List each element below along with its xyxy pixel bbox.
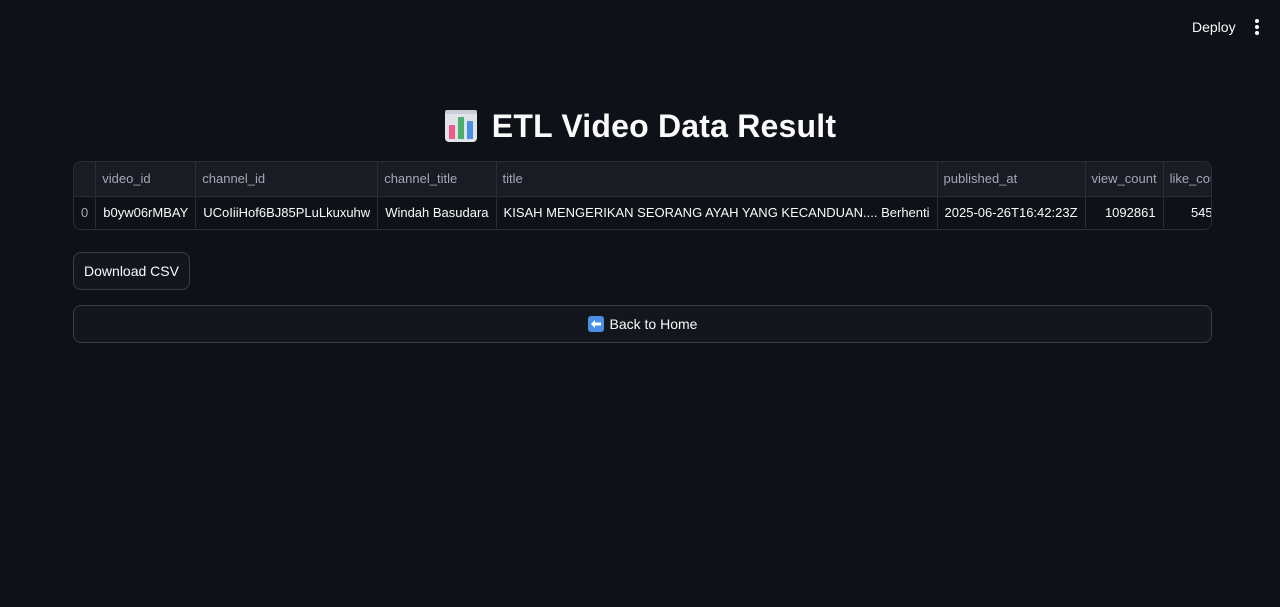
column-header-like-count[interactable]: like_count bbox=[1163, 162, 1211, 197]
column-header-index[interactable] bbox=[74, 162, 97, 197]
top-toolbar: Deploy bbox=[0, 0, 1280, 52]
page-title: ETL Video Data Result bbox=[491, 107, 837, 144]
download-csv-label: Download CSV bbox=[84, 263, 179, 279]
title-cell[interactable]: KISAH MENGERIKAN SEORANG AYAH YANG KECAN… bbox=[496, 196, 938, 228]
table-row[interactable]: 0 b0yw06rMBAY UCoIiiHof6BJ85PLuLkuxuhw W… bbox=[74, 196, 1211, 228]
column-header-title[interactable]: title bbox=[496, 162, 938, 197]
like-count-cell[interactable]: 54521 bbox=[1163, 196, 1211, 228]
channel-title-cell[interactable]: Windah Basudara bbox=[377, 196, 497, 228]
column-header-channel-id[interactable]: channel_id bbox=[195, 162, 379, 197]
row-index-cell: 0 bbox=[74, 196, 97, 228]
deploy-button[interactable]: Deploy bbox=[1186, 16, 1242, 38]
kebab-menu-icon[interactable] bbox=[1247, 15, 1267, 39]
dataframe-table[interactable]: video_id channel_id channel_title title … bbox=[73, 161, 1212, 230]
back-to-home-button[interactable]: Back to Home bbox=[73, 305, 1212, 343]
column-header-published-at[interactable]: published_at bbox=[937, 162, 1086, 197]
back-to-home-label: Back to Home bbox=[609, 316, 698, 332]
published-at-cell[interactable]: 2025-06-26T16:42:23Z bbox=[937, 196, 1086, 228]
column-header-video-id[interactable]: video_id bbox=[95, 162, 197, 197]
table-header-row: video_id channel_id channel_title title … bbox=[74, 162, 1211, 197]
view-count-cell[interactable]: 1092861 bbox=[1085, 196, 1164, 228]
column-header-channel-title[interactable]: channel_title bbox=[377, 162, 497, 197]
page-header: ETL Video Data Result bbox=[0, 100, 1280, 152]
channel-id-cell[interactable]: UCoIiiHof6BJ85PLuLkuxuhw bbox=[195, 196, 379, 228]
left-arrow-icon bbox=[587, 316, 604, 332]
bar-chart-icon bbox=[444, 110, 477, 142]
video-id-cell[interactable]: b0yw06rMBAY bbox=[95, 196, 197, 228]
download-csv-button[interactable]: Download CSV bbox=[73, 252, 190, 290]
column-header-view-count[interactable]: view_count bbox=[1085, 162, 1164, 197]
